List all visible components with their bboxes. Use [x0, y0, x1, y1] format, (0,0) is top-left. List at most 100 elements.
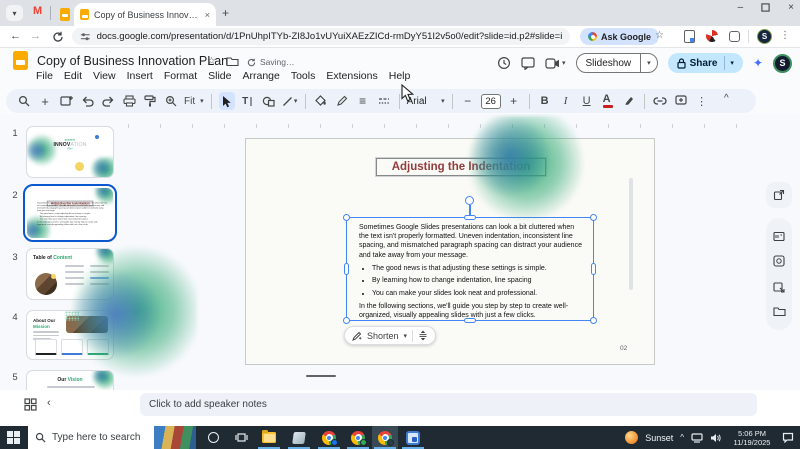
resize-handle-nw[interactable] [343, 214, 350, 221]
adjust-length-icon[interactable] [418, 330, 428, 341]
gemini-icon[interactable]: ✦ [753, 56, 763, 70]
slideshow-button[interactable]: Slideshow ▾ [575, 53, 658, 73]
tab-search-icon[interactable]: ▾ [6, 5, 23, 21]
undo-icon[interactable] [79, 92, 95, 110]
crop-extension-icon[interactable] [729, 31, 740, 42]
cortana-button[interactable] [200, 426, 226, 449]
menu-view[interactable]: View [93, 70, 116, 82]
resize-handle-w[interactable] [344, 263, 349, 275]
chrome-profile2-button[interactable] [345, 426, 371, 449]
slide-thumbnail-5[interactable]: Our Vision [26, 370, 114, 390]
chrome-menu-icon[interactable]: ⋮ [780, 30, 790, 41]
weather-label[interactable]: Sunset [645, 433, 673, 443]
line-tool-icon[interactable]: ▾ [282, 92, 298, 110]
bookmark-star-icon[interactable]: ☆ [655, 30, 664, 41]
task-view-button[interactable] [228, 426, 254, 449]
back-icon[interactable]: ← [10, 30, 21, 42]
blue-app-button[interactable] [400, 426, 426, 449]
chrome-profile3-button-active[interactable] [372, 426, 398, 449]
italic-icon[interactable]: I [558, 92, 574, 110]
selected-text-box[interactable]: Sometimes Google Slides presentations ca… [343, 214, 597, 324]
underline-icon[interactable]: U [579, 92, 595, 110]
collapse-filmstrip-icon[interactable]: ‹ [47, 397, 51, 409]
fill-color-icon[interactable] [313, 92, 329, 110]
share-dropdown[interactable]: ▾ [724, 56, 739, 70]
window-minimize-button[interactable]: – [738, 2, 744, 13]
vertical-scrollbar[interactable] [629, 178, 633, 290]
side-panel-open-button[interactable] [766, 182, 792, 208]
colorful-extension-icon[interactable] [706, 30, 718, 42]
ai-shorten-button[interactable]: Shorten ▾ [344, 326, 437, 345]
search-highlight-image[interactable] [154, 426, 196, 449]
menu-insert[interactable]: Insert [127, 70, 153, 82]
zoom-icon[interactable] [163, 92, 179, 110]
notes-resize-handle[interactable] [306, 375, 336, 377]
collapse-toolbar-icon[interactable]: ^ [724, 93, 729, 104]
ask-google-button[interactable]: Ask Google [580, 28, 660, 45]
increase-font-icon[interactable]: + [506, 92, 522, 110]
rail-folder-icon[interactable] [772, 306, 786, 317]
network-icon[interactable] [691, 432, 703, 443]
new-slide-icon[interactable]: + [37, 92, 53, 110]
active-tab[interactable]: Copy of Business Innovation PLan × [74, 3, 216, 26]
menu-tools[interactable]: Tools [291, 70, 316, 82]
redo-icon[interactable] [100, 92, 116, 110]
volume-icon[interactable] [710, 433, 722, 443]
menu-help[interactable]: Help [389, 70, 411, 82]
rail-export-icon[interactable] [773, 281, 785, 293]
share-button[interactable]: Share ▾ [667, 53, 743, 73]
border-weight-icon[interactable]: ≡ [355, 92, 371, 110]
select-tool-icon[interactable] [218, 92, 235, 110]
site-settings-icon[interactable] [80, 31, 91, 42]
version-history-icon[interactable] [497, 56, 511, 70]
menu-file[interactable]: File [36, 70, 53, 82]
reload-icon[interactable] [52, 31, 64, 43]
slideshow-dropdown[interactable]: ▾ [640, 54, 657, 72]
window-maximize-button[interactable] [761, 3, 770, 12]
window-close-button[interactable]: × [788, 2, 794, 13]
rail-card-icon[interactable] [773, 231, 785, 242]
media-app-button[interactable] [286, 426, 312, 449]
url-field[interactable]: docs.google.com/presentation/d/1PnUhpITY… [72, 28, 570, 45]
zoom-fit-dropdown[interactable]: Fit ▾ [184, 92, 204, 110]
border-dash-icon[interactable] [376, 92, 392, 110]
document-title[interactable]: Copy of Business Innovation PLan [37, 54, 228, 68]
menu-arrange[interactable]: Arrange [242, 70, 279, 82]
shapes-icon[interactable] [261, 92, 277, 110]
grid-view-icon[interactable] [24, 398, 37, 411]
forward-icon[interactable]: → [30, 30, 41, 42]
bold-icon[interactable]: B [537, 92, 553, 110]
taskbar-search-box[interactable]: Type here to search [28, 426, 196, 449]
search-menus-icon[interactable] [16, 92, 32, 110]
speaker-notes-input[interactable]: Click to add speaker notes [140, 393, 757, 416]
print-icon[interactable] [121, 92, 137, 110]
docs-extension-icon[interactable] [684, 30, 695, 43]
highlight-color-icon[interactable] [621, 92, 637, 110]
file-explorer-button[interactable] [256, 426, 282, 449]
meet-button[interactable]: ▾ [545, 57, 566, 69]
account-avatar[interactable]: S [773, 53, 792, 73]
browser-profile-avatar[interactable]: S [757, 29, 772, 44]
new-tab-button[interactable]: + [222, 6, 229, 20]
slide-title-box[interactable]: Adjusting the Indentation [375, 157, 547, 177]
resize-handle-se[interactable] [590, 317, 597, 324]
slide-thumbnail-4[interactable]: About Our Mission [26, 310, 114, 360]
decrease-font-icon[interactable]: − [460, 92, 476, 110]
weather-icon[interactable] [625, 431, 639, 444]
comments-icon[interactable] [521, 56, 535, 70]
slide-thumbnail-1[interactable]: Business INNOVATION Plan [26, 126, 114, 178]
paint-format-icon[interactable] [142, 92, 158, 110]
menu-format[interactable]: Format [164, 70, 197, 82]
menu-extensions[interactable]: Extensions [326, 70, 377, 82]
gmail-icon[interactable]: M [33, 5, 42, 17]
pinned-tab-slides[interactable] [56, 4, 74, 24]
resize-handle-ne[interactable] [590, 214, 597, 221]
move-folder-icon[interactable] [226, 56, 239, 67]
clock[interactable]: 5:06 PM 11/19/2025 [729, 429, 775, 447]
tray-expand-icon[interactable]: ^ [680, 433, 684, 442]
border-color-icon[interactable] [334, 92, 350, 110]
chrome-profile1-button[interactable] [316, 426, 342, 449]
font-size-field[interactable]: 26 [480, 93, 501, 109]
rail-record-icon[interactable] [773, 255, 785, 267]
slide-canvas[interactable]: Adjusting the Indentation Sometimes Goog… [245, 138, 655, 365]
